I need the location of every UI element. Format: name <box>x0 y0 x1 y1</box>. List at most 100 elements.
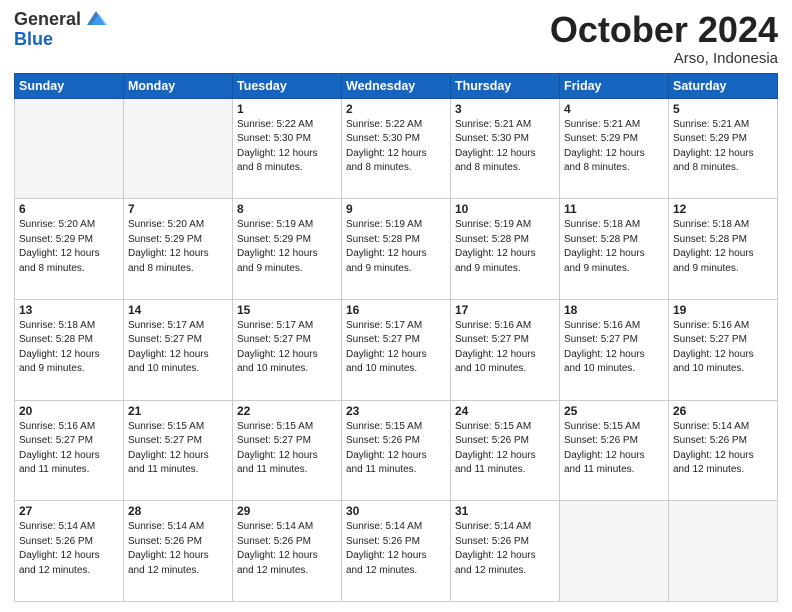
day-number: 4 <box>564 102 664 116</box>
calendar-cell: 13 Sunrise: 5:18 AMSunset: 5:28 PMDayligh… <box>15 299 124 400</box>
day-info: Sunrise: 5:19 AMSunset: 5:28 PMDaylight:… <box>346 218 446 276</box>
weekday-sunday: Sunday <box>15 73 124 98</box>
calendar-week-row: 1Sunrise: 5:22 AMSunset: 5:30 PMDaylight… <box>15 98 778 199</box>
day-number: 17 <box>455 303 555 317</box>
month-title: October 2024 <box>550 10 778 50</box>
calendar-cell: 10 Sunrise: 5:19 AMSunset: 5:28 PMDayligh… <box>451 199 560 300</box>
calendar-cell: 8 Sunrise: 5:19 AMSunset: 5:29 PMDaylight… <box>233 199 342 300</box>
day-info: Sunrise: 5:17 AMSunset: 5:27 PMDaylight:… <box>128 319 228 377</box>
day-number: 26 <box>673 404 773 418</box>
day-info: Sunrise: 5:14 AMSunset: 5:26 PMDaylight:… <box>455 520 555 578</box>
day-info: Sunrise: 5:18 AMSunset: 5:28 PMDaylight:… <box>564 218 664 276</box>
day-number: 25 <box>564 404 664 418</box>
calendar-cell: 1Sunrise: 5:22 AMSunset: 5:30 PMDaylight… <box>233 98 342 199</box>
calendar-cell: 30 Sunrise: 5:14 AMSunset: 5:26 PMDayligh… <box>342 501 451 602</box>
calendar-week-row: 27 Sunrise: 5:14 AMSunset: 5:26 PMDayligh… <box>15 501 778 602</box>
day-number: 20 <box>19 404 119 418</box>
calendar-week-row: 20 Sunrise: 5:16 AMSunset: 5:27 PMDayligh… <box>15 400 778 501</box>
day-info: Sunrise: 5:14 AMSunset: 5:26 PMDaylight:… <box>128 520 228 578</box>
calendar-cell: 22 Sunrise: 5:15 AMSunset: 5:27 PMDayligh… <box>233 400 342 501</box>
day-info: Sunrise: 5:22 AMSunset: 5:30 PMDaylight:… <box>237 118 337 176</box>
calendar-cell: 15 Sunrise: 5:17 AMSunset: 5:27 PMDayligh… <box>233 299 342 400</box>
calendar-cell: 18 Sunrise: 5:16 AMSunset: 5:27 PMDayligh… <box>560 299 669 400</box>
day-info: Sunrise: 5:18 AMSunset: 5:28 PMDaylight:… <box>673 218 773 276</box>
day-info: Sunrise: 5:21 AMSunset: 5:30 PMDaylight:… <box>455 118 555 176</box>
calendar-cell <box>15 98 124 199</box>
calendar-cell: 14 Sunrise: 5:17 AMSunset: 5:27 PMDayligh… <box>124 299 233 400</box>
calendar-cell: 16 Sunrise: 5:17 AMSunset: 5:27 PMDayligh… <box>342 299 451 400</box>
day-number: 22 <box>237 404 337 418</box>
day-number: 30 <box>346 504 446 518</box>
calendar-cell: 4 Sunrise: 5:21 AMSunset: 5:29 PMDaylight… <box>560 98 669 199</box>
day-number: 23 <box>346 404 446 418</box>
day-number: 16 <box>346 303 446 317</box>
day-number: 6 <box>19 202 119 216</box>
calendar-cell: 9 Sunrise: 5:19 AMSunset: 5:28 PMDaylight… <box>342 199 451 300</box>
day-number: 9 <box>346 202 446 216</box>
day-number: 19 <box>673 303 773 317</box>
day-number: 14 <box>128 303 228 317</box>
day-info: Sunrise: 5:16 AMSunset: 5:27 PMDaylight:… <box>564 319 664 377</box>
calendar-table: SundayMondayTuesdayWednesdayThursdayFrid… <box>14 73 778 602</box>
weekday-monday: Monday <box>124 73 233 98</box>
day-info: Sunrise: 5:19 AMSunset: 5:29 PMDaylight:… <box>237 218 337 276</box>
logo-general: General <box>14 10 81 30</box>
day-info: Sunrise: 5:21 AMSunset: 5:29 PMDaylight:… <box>564 118 664 176</box>
day-number: 28 <box>128 504 228 518</box>
day-number: 27 <box>19 504 119 518</box>
calendar-week-row: 13 Sunrise: 5:18 AMSunset: 5:28 PMDayligh… <box>15 299 778 400</box>
day-number: 18 <box>564 303 664 317</box>
calendar-cell: 12 Sunrise: 5:18 AMSunset: 5:28 PMDayligh… <box>669 199 778 300</box>
day-info: Sunrise: 5:18 AMSunset: 5:28 PMDaylight:… <box>19 319 119 377</box>
weekday-thursday: Thursday <box>451 73 560 98</box>
calendar-cell: 7Sunrise: 5:20 AMSunset: 5:29 PMDaylight… <box>124 199 233 300</box>
calendar-cell: 29 Sunrise: 5:14 AMSunset: 5:26 PMDayligh… <box>233 501 342 602</box>
calendar-cell: 20 Sunrise: 5:16 AMSunset: 5:27 PMDayligh… <box>15 400 124 501</box>
weekday-wednesday: Wednesday <box>342 73 451 98</box>
calendar-cell: 5Sunrise: 5:21 AMSunset: 5:29 PMDaylight… <box>669 98 778 199</box>
day-number: 2 <box>346 102 446 116</box>
calendar-cell <box>124 98 233 199</box>
day-info: Sunrise: 5:14 AMSunset: 5:26 PMDaylight:… <box>237 520 337 578</box>
calendar-cell: 23Sunrise: 5:15 AMSunset: 5:26 PMDayligh… <box>342 400 451 501</box>
day-number: 10 <box>455 202 555 216</box>
day-info: Sunrise: 5:17 AMSunset: 5:27 PMDaylight:… <box>346 319 446 377</box>
day-number: 8 <box>237 202 337 216</box>
weekday-saturday: Saturday <box>669 73 778 98</box>
day-info: Sunrise: 5:20 AMSunset: 5:29 PMDaylight:… <box>19 218 119 276</box>
day-number: 15 <box>237 303 337 317</box>
calendar-page: General Blue October 2024 Arso, Indonesi… <box>0 0 792 612</box>
day-number: 13 <box>19 303 119 317</box>
day-info: Sunrise: 5:17 AMSunset: 5:27 PMDaylight:… <box>237 319 337 377</box>
day-info: Sunrise: 5:22 AMSunset: 5:30 PMDaylight:… <box>346 118 446 176</box>
calendar-cell: 2 Sunrise: 5:22 AMSunset: 5:30 PMDaylight… <box>342 98 451 199</box>
day-info: Sunrise: 5:16 AMSunset: 5:27 PMDaylight:… <box>19 420 119 478</box>
location: Arso, Indonesia <box>550 50 778 67</box>
logo-blue: Blue <box>14 29 53 49</box>
calendar-week-row: 6 Sunrise: 5:20 AMSunset: 5:29 PMDaylight… <box>15 199 778 300</box>
day-number: 24 <box>455 404 555 418</box>
calendar-cell: 6 Sunrise: 5:20 AMSunset: 5:29 PMDaylight… <box>15 199 124 300</box>
day-number: 12 <box>673 202 773 216</box>
day-info: Sunrise: 5:19 AMSunset: 5:28 PMDaylight:… <box>455 218 555 276</box>
day-number: 3 <box>455 102 555 116</box>
day-info: Sunrise: 5:14 AMSunset: 5:26 PMDaylight:… <box>673 420 773 478</box>
calendar-cell: 3 Sunrise: 5:21 AMSunset: 5:30 PMDaylight… <box>451 98 560 199</box>
calendar-cell: 17 Sunrise: 5:16 AMSunset: 5:27 PMDayligh… <box>451 299 560 400</box>
logo: General Blue <box>14 10 107 50</box>
day-info: Sunrise: 5:16 AMSunset: 5:27 PMDaylight:… <box>455 319 555 377</box>
day-number: 29 <box>237 504 337 518</box>
day-info: Sunrise: 5:15 AMSunset: 5:27 PMDaylight:… <box>128 420 228 478</box>
day-info: Sunrise: 5:16 AMSunset: 5:27 PMDaylight:… <box>673 319 773 377</box>
calendar-cell <box>669 501 778 602</box>
logo-icon <box>85 7 107 29</box>
day-number: 11 <box>564 202 664 216</box>
day-info: Sunrise: 5:14 AMSunset: 5:26 PMDaylight:… <box>19 520 119 578</box>
calendar-cell: 19 Sunrise: 5:16 AMSunset: 5:27 PMDayligh… <box>669 299 778 400</box>
weekday-friday: Friday <box>560 73 669 98</box>
calendar-cell: 21Sunrise: 5:15 AMSunset: 5:27 PMDayligh… <box>124 400 233 501</box>
day-info: Sunrise: 5:14 AMSunset: 5:26 PMDaylight:… <box>346 520 446 578</box>
day-info: Sunrise: 5:15 AMSunset: 5:27 PMDaylight:… <box>237 420 337 478</box>
day-number: 5 <box>673 102 773 116</box>
day-info: Sunrise: 5:15 AMSunset: 5:26 PMDaylight:… <box>564 420 664 478</box>
